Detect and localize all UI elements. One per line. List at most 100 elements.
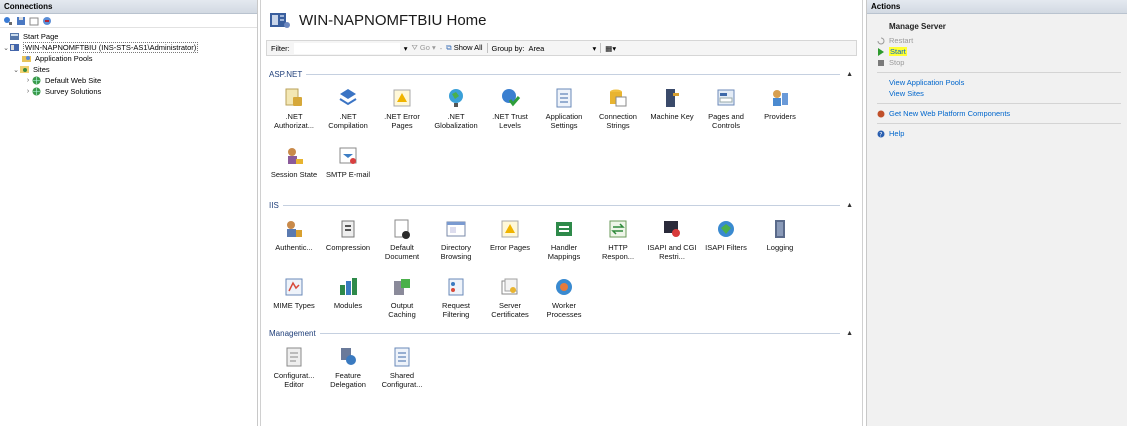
tree-item-sites[interactable]: ⌄ Sites bbox=[0, 64, 257, 75]
feature-handler-mappings[interactable]: Handler Mappings bbox=[539, 218, 589, 261]
app-pools-icon bbox=[22, 54, 32, 63]
filter-input[interactable] bbox=[293, 42, 400, 54]
tree-label: WIN-NAPNOMFTBIU (INS-STS-AS1\Administrat… bbox=[23, 42, 199, 53]
feature-output-caching[interactable]: Output Caching bbox=[377, 276, 427, 319]
feature-compression[interactable]: Compression bbox=[323, 218, 373, 252]
modules-icon bbox=[340, 278, 357, 295]
show-all-button[interactable]: ⧉ Show All bbox=[446, 43, 482, 53]
feature-modules[interactable]: Modules bbox=[323, 276, 373, 310]
feature-machine-key[interactable]: Machine Key bbox=[647, 87, 697, 121]
server-icon bbox=[10, 43, 20, 52]
feature-delegation-icon bbox=[341, 348, 356, 365]
expand-chevron-icon[interactable]: › bbox=[24, 88, 32, 95]
collapse-caret-icon[interactable]: ▲ bbox=[846, 330, 853, 337]
start-action[interactable]: Start bbox=[877, 46, 1127, 57]
help-link[interactable]: ? Help bbox=[877, 128, 1127, 139]
features-view: ASP.NET ▲ .NET Authorizat... .NET Compil… bbox=[261, 63, 864, 426]
default-document-icon bbox=[394, 219, 410, 239]
tree-item-survey-solutions[interactable]: › Survey Solutions bbox=[0, 86, 257, 97]
feature-default-document[interactable]: Default Document bbox=[377, 218, 427, 261]
restart-action[interactable]: Restart bbox=[877, 35, 1127, 46]
up-level-icon[interactable] bbox=[29, 16, 39, 26]
chevron-down-icon[interactable]: ▾ bbox=[592, 44, 596, 53]
group-header[interactable]: Management ▲ bbox=[269, 328, 853, 338]
group-header[interactable]: ASP.NET ▲ bbox=[269, 69, 853, 79]
show-all-icon: ⧉ bbox=[446, 43, 452, 52]
feature-feature-delegation[interactable]: Feature Delegation bbox=[323, 346, 373, 389]
feature-smtp-email[interactable]: SMTP E-mail bbox=[323, 145, 373, 179]
feature-net-trust-levels[interactable]: .NET Trust Levels bbox=[485, 87, 535, 130]
session-state-icon bbox=[288, 148, 303, 164]
feature-connection-strings[interactable]: Connection Strings bbox=[593, 87, 643, 130]
smtp-email-icon bbox=[339, 147, 357, 164]
group-title: IIS bbox=[269, 200, 279, 210]
http-response-icon bbox=[609, 220, 627, 238]
feature-server-certificates[interactable]: Server Certificates bbox=[485, 276, 535, 319]
feature-request-filtering[interactable]: Request Filtering bbox=[431, 276, 481, 319]
authentication-icon bbox=[287, 221, 302, 237]
group-by-select[interactable]: Area bbox=[528, 44, 588, 53]
feature-configuration-editor[interactable]: Configurat... Editor bbox=[269, 346, 319, 389]
machine-key-icon bbox=[666, 89, 679, 107]
main-pane: WIN-NAPNOMFTBIU Home Filter: ▾ ⛛ Go ▾ - … bbox=[260, 0, 863, 426]
feature-session-state[interactable]: Session State bbox=[269, 145, 319, 179]
stop-action[interactable]: Stop bbox=[877, 57, 1127, 68]
collapse-caret-icon[interactable]: ▲ bbox=[846, 202, 853, 209]
feature-pages-controls[interactable]: Pages and Controls bbox=[701, 87, 751, 130]
collapse-chevron-icon[interactable]: ⌄ bbox=[12, 66, 20, 74]
net-compilation-icon bbox=[339, 89, 357, 106]
net-globalization-icon bbox=[449, 89, 463, 107]
feature-directory-browsing[interactable]: Directory Browsing bbox=[431, 218, 481, 261]
get-web-platform-components-link[interactable]: Get New Web Platform Components bbox=[877, 108, 1127, 119]
feature-shared-configuration[interactable]: Shared Configurat... bbox=[377, 346, 427, 389]
group-header[interactable]: IIS ▲ bbox=[269, 200, 853, 210]
filter-dropdown-icon[interactable]: ▾ bbox=[404, 44, 408, 53]
logging-icon bbox=[775, 220, 785, 238]
feature-isapi-cgi[interactable]: ISAPI and CGI Restri... bbox=[647, 218, 697, 261]
tree-item-server[interactable]: ⌄ WIN-NAPNOMFTBIU (INS-STS-AS1\Administr… bbox=[0, 42, 257, 53]
feature-net-globalization[interactable]: .NET Globalization bbox=[431, 87, 481, 130]
feature-net-authorization[interactable]: .NET Authorizat... bbox=[269, 87, 319, 130]
connect-icon[interactable] bbox=[42, 16, 52, 26]
tree-item-default-web-site[interactable]: › Default Web Site bbox=[0, 75, 257, 86]
tree-label: Sites bbox=[33, 65, 50, 74]
go-button[interactable]: ⛛ Go ▾ bbox=[412, 43, 436, 53]
group-title: Management bbox=[269, 328, 316, 338]
feature-net-error-pages[interactable]: .NET Error Pages bbox=[377, 87, 427, 130]
feature-application-settings[interactable]: Application Settings bbox=[539, 87, 589, 130]
handler-mappings-icon bbox=[556, 222, 572, 236]
group-by-label: Group by: bbox=[491, 43, 525, 53]
shared-configuration-icon bbox=[394, 347, 410, 367]
feature-worker-processes[interactable]: Worker Processes bbox=[539, 276, 589, 319]
view-sites-link[interactable]: View Sites bbox=[877, 88, 1127, 99]
view-application-pools-link[interactable]: View Application Pools bbox=[877, 77, 1127, 88]
expand-chevron-icon[interactable]: › bbox=[24, 77, 32, 84]
connection-strings-icon bbox=[610, 89, 627, 107]
filter-bar: Filter: ▾ ⛛ Go ▾ - ⧉ Show All Group by: … bbox=[266, 40, 857, 56]
tree-label: Default Web Site bbox=[45, 76, 102, 85]
compression-icon bbox=[341, 220, 355, 238]
server-certificates-icon bbox=[501, 278, 518, 295]
tree-item-start-page[interactable]: Start Page bbox=[0, 31, 257, 42]
feature-http-response[interactable]: HTTP Respon... bbox=[593, 218, 643, 261]
group-management: Management ▲ Configurat... Editor Featur… bbox=[269, 328, 853, 418]
feature-isapi-filters[interactable]: ISAPI Filters bbox=[701, 218, 751, 252]
feature-logging[interactable]: Logging bbox=[755, 218, 805, 252]
feature-net-compilation[interactable]: .NET Compilation bbox=[323, 87, 373, 130]
restart-icon bbox=[877, 37, 885, 45]
feature-authentication[interactable]: Authentic... bbox=[269, 218, 319, 252]
tree-label: Start Page bbox=[23, 32, 59, 41]
collapse-caret-icon[interactable]: ▲ bbox=[846, 71, 853, 78]
sites-icon bbox=[20, 65, 30, 74]
feature-providers[interactable]: Providers bbox=[755, 87, 805, 121]
feature-mime-types[interactable]: MIME Types bbox=[269, 276, 319, 310]
tree-item-application-pools[interactable]: Application Pools bbox=[0, 53, 257, 64]
collapse-chevron-icon[interactable]: ⌄ bbox=[2, 44, 10, 52]
feature-error-pages[interactable]: Error Pages bbox=[485, 218, 535, 252]
tree-label: Application Pools bbox=[35, 54, 93, 63]
pages-controls-icon bbox=[717, 89, 735, 106]
save-icon[interactable] bbox=[16, 16, 26, 26]
new-connection-icon[interactable] bbox=[3, 16, 13, 26]
start-page-icon bbox=[10, 32, 20, 41]
view-icon[interactable]: ▦▾ bbox=[605, 44, 616, 53]
